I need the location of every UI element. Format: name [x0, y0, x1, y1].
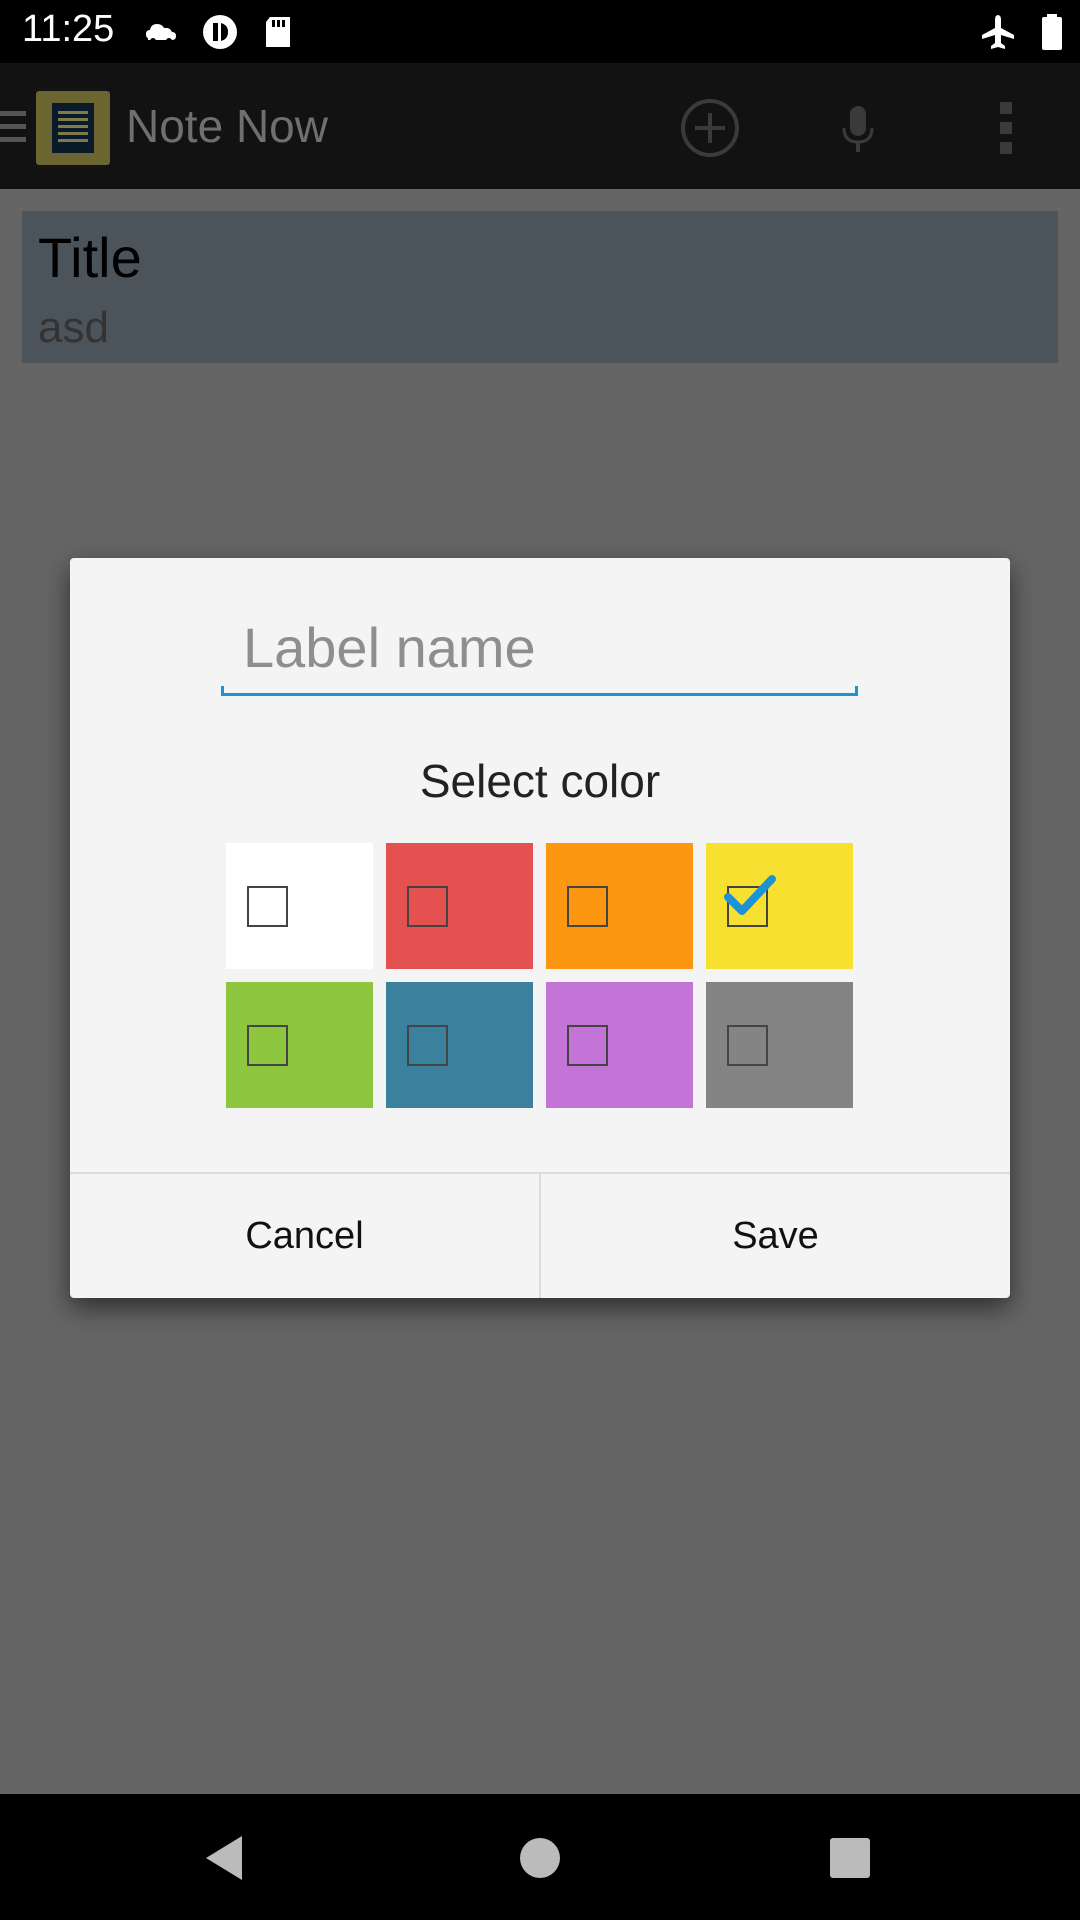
note-title: Title [38, 226, 142, 289]
screen: 11:25 Note Now Title asd Label name Sele… [0, 0, 1080, 1920]
color-swatch-orange[interactable] [546, 843, 693, 969]
home-icon[interactable] [512, 1830, 568, 1886]
status-bar: 11:25 [0, 0, 1080, 63]
note-body: asd [38, 303, 109, 352]
recents-icon[interactable] [822, 1830, 878, 1886]
microphone-icon[interactable] [826, 96, 890, 160]
navigation-bar [0, 1794, 1080, 1920]
note-card[interactable]: Title asd [22, 211, 1058, 363]
app-bar: Note Now [0, 63, 1080, 189]
color-checkbox[interactable] [247, 1025, 288, 1066]
color-checkbox[interactable] [407, 886, 448, 927]
sd-card-icon [266, 17, 290, 47]
label-dialog: Select color Cancel Save [70, 558, 1010, 1298]
menu-icon[interactable] [0, 107, 26, 147]
color-swatch-green[interactable] [226, 982, 373, 1108]
back-icon[interactable] [198, 1830, 254, 1886]
app-logo-icon [36, 91, 110, 165]
status-time: 11:25 [22, 8, 115, 50]
add-circle-icon[interactable] [678, 96, 742, 160]
app-notification-icon [203, 15, 237, 49]
color-swatch-teal[interactable] [386, 982, 533, 1108]
cancel-button[interactable]: Cancel [70, 1174, 539, 1298]
cloud-car-icon [146, 24, 176, 44]
label-name-input[interactable] [221, 608, 858, 686]
input-underline [221, 686, 858, 696]
color-checkbox[interactable] [247, 886, 288, 927]
checkmark-icon [724, 875, 776, 915]
app-title: Note Now [126, 100, 328, 152]
color-checkbox[interactable] [567, 1025, 608, 1066]
more-vert-icon[interactable] [974, 96, 1038, 160]
battery-icon [1042, 14, 1062, 50]
color-swatch-purple[interactable] [546, 982, 693, 1108]
color-swatch-yellow[interactable] [706, 843, 853, 969]
color-checkbox[interactable] [407, 1025, 448, 1066]
color-swatch-gray[interactable] [706, 982, 853, 1108]
color-checkbox[interactable] [567, 886, 608, 927]
color-swatch-red[interactable] [386, 843, 533, 969]
color-checkbox[interactable] [727, 1025, 768, 1066]
save-button[interactable]: Save [541, 1174, 1010, 1298]
color-swatch-white[interactable] [226, 843, 373, 969]
select-color-label: Select color [419, 755, 661, 807]
airplane-mode-icon [982, 15, 1014, 49]
